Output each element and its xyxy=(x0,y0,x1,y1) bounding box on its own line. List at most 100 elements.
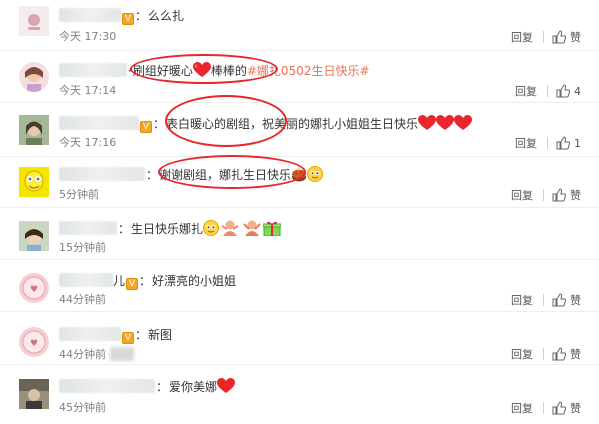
user-name[interactable] xyxy=(59,167,145,181)
like-label: 赞 xyxy=(570,294,581,307)
divider xyxy=(543,348,544,360)
cake-emoji-icon xyxy=(292,167,307,182)
comment-text: 新图 xyxy=(148,328,173,342)
verified-badge-icon: V xyxy=(126,278,139,290)
comment-item: ♥ V ：新图 44分钟前 回复 赞 xyxy=(0,312,599,365)
comment-text: 么么扎 xyxy=(148,9,185,23)
avatar[interactable] xyxy=(19,6,49,36)
heart-emoji-icon xyxy=(436,115,455,130)
reply-button[interactable]: 回复 xyxy=(511,31,533,44)
verified-badge-icon: V xyxy=(140,121,152,133)
user-name[interactable] xyxy=(59,221,117,235)
comment-item: ：爱你美娜 45分钟前 回复 赞 xyxy=(0,365,599,424)
comment-time: 44分钟前 xyxy=(59,293,106,306)
like-button[interactable]: 赞 xyxy=(552,188,581,202)
like-label: 赞 xyxy=(570,189,581,202)
comment-time: 45分钟前 xyxy=(59,401,106,414)
avatar[interactable] xyxy=(19,379,49,409)
thumbs-up-icon xyxy=(556,84,570,98)
topic-link[interactable]: #娜扎0502生日快乐# xyxy=(247,64,370,78)
like-button[interactable]: 赞 xyxy=(552,293,581,307)
thumbs-up-icon xyxy=(552,347,566,361)
comment-content: ：生日快乐娜扎 xyxy=(59,220,282,237)
comment-time: 15分钟前 xyxy=(59,241,106,254)
like-button[interactable]: 4 xyxy=(556,84,581,98)
avatar[interactable] xyxy=(19,115,49,145)
thumbs-up-icon xyxy=(552,401,566,415)
heart-emoji-icon xyxy=(454,115,473,130)
comment-time: 今天 17:30 xyxy=(59,30,117,43)
user-name[interactable] xyxy=(59,8,121,22)
comment-text: 刷组好暖心 xyxy=(132,64,193,78)
verified-badge-icon: V xyxy=(122,13,134,25)
user-name[interactable] xyxy=(59,327,121,341)
user-name[interactable] xyxy=(59,116,139,130)
comment-time: 5分钟前 xyxy=(59,188,99,201)
reply-button[interactable]: 回复 xyxy=(515,85,537,98)
comment-content: ·刷组好暖心 棒棒的#娜扎0502生日快乐# xyxy=(59,62,370,79)
divider xyxy=(543,294,544,306)
heart-emoji-icon xyxy=(418,115,437,130)
like-label: 赞 xyxy=(570,402,581,415)
smile-face-emoji-icon xyxy=(307,166,324,182)
reply-button[interactable]: 回复 xyxy=(515,137,537,150)
comment-content: V ：新图 xyxy=(59,327,172,344)
like-button[interactable]: 赞 xyxy=(552,401,581,415)
comment-content: V ：表白暖心的剧组，祝美丽的娜扎小姐姐生日快乐 xyxy=(59,115,473,133)
comment-content: V ：么么扎 xyxy=(59,8,184,25)
avatar[interactable]: ♥ xyxy=(19,327,49,357)
comment-text-2: 棒棒的 xyxy=(210,64,247,78)
like-label: 赞 xyxy=(570,348,581,361)
user-name-suffix[interactable]: 儿 xyxy=(113,274,125,288)
comment-content: ：爱你美娜 xyxy=(59,378,236,395)
divider xyxy=(547,85,548,97)
comment-actions: 回复 赞 xyxy=(511,401,581,416)
time-text: 44分钟前 xyxy=(59,348,106,361)
blurred-region xyxy=(110,347,134,361)
comment-actions: 回复 4 xyxy=(515,84,581,99)
gift-emoji-icon xyxy=(263,221,282,236)
comment-text: 表白暖心的剧组，祝美丽的娜扎小姐姐生日快乐 xyxy=(166,117,419,131)
cheer-figure-emoji-icon xyxy=(221,220,239,236)
user-name[interactable] xyxy=(59,63,127,77)
like-count: 1 xyxy=(574,137,581,150)
comment-actions: 回复 赞 xyxy=(511,293,581,308)
user-name[interactable] xyxy=(59,379,155,393)
like-button[interactable]: 赞 xyxy=(552,347,581,361)
svg-text:♥: ♥ xyxy=(30,285,38,295)
avatar[interactable]: ♥ xyxy=(19,273,49,303)
happy-face-emoji-icon xyxy=(203,220,220,236)
comment-text: 好漂亮的小姐姐 xyxy=(152,274,237,288)
heart-emoji-icon xyxy=(217,378,236,393)
comment-time: 44分钟前 xyxy=(59,347,134,362)
user-name[interactable] xyxy=(59,273,113,287)
thumbs-up-icon xyxy=(552,30,566,44)
comment-actions: 回复 1 xyxy=(515,136,581,151)
avatar[interactable] xyxy=(19,167,49,197)
svg-text:♥: ♥ xyxy=(30,339,38,349)
comment-item: ♥ 儿 V ：好漂亮的小姐姐 44分钟前 回复 赞 xyxy=(0,260,599,312)
comment-item: V ：么么扎 今天 17:30 回复 赞 xyxy=(0,0,599,51)
heart-emoji-icon xyxy=(192,62,211,77)
comment-text: 谢谢剧组，娜扎生日快乐 xyxy=(159,168,292,182)
comment-actions: 回复 赞 xyxy=(511,347,581,362)
like-label: 赞 xyxy=(570,31,581,44)
comment-content: ：谢谢剧组，娜扎生日快乐 xyxy=(59,166,324,183)
comment-content: 儿 V ：好漂亮的小姐姐 xyxy=(59,273,236,290)
reply-button[interactable]: 回复 xyxy=(511,348,533,361)
reply-button[interactable]: 回复 xyxy=(511,294,533,307)
avatar[interactable] xyxy=(19,221,49,251)
avatar[interactable] xyxy=(19,62,49,92)
like-count: 4 xyxy=(574,85,581,98)
like-button[interactable]: 赞 xyxy=(552,30,581,44)
reply-button[interactable]: 回复 xyxy=(511,402,533,415)
comment-time: 今天 17:14 xyxy=(59,84,117,97)
comment-text: 生日快乐娜扎 xyxy=(131,222,204,236)
comment-actions: 回复 赞 xyxy=(511,188,581,203)
like-button[interactable]: 1 xyxy=(556,136,581,150)
thumbs-up-icon xyxy=(556,136,570,150)
verified-badge-icon: V xyxy=(122,332,134,344)
reply-button[interactable]: 回复 xyxy=(511,189,533,202)
comment-text: 爱你美娜 xyxy=(169,380,218,394)
comment-item: ：生日快乐娜扎 15分钟前 xyxy=(0,208,599,260)
